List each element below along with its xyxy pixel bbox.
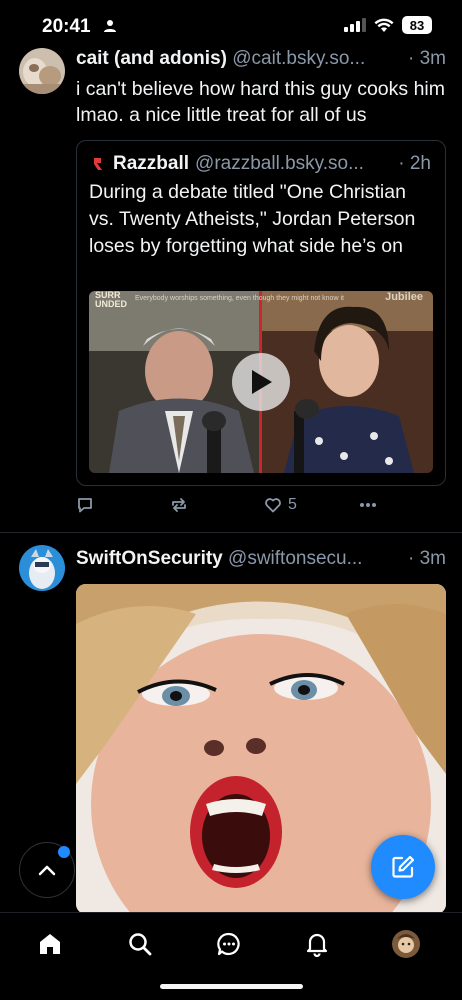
author-name[interactable]: SwiftOnSecurity [76, 548, 223, 569]
like-count: 5 [288, 496, 297, 513]
post-card[interactable]: cait (and adonis) @cait.bsky.so... · 3m … [0, 0, 462, 532]
author-name[interactable]: cait (and adonis) [76, 48, 227, 69]
reply-button[interactable] [76, 496, 100, 514]
bell-icon [306, 933, 328, 957]
nav-search[interactable] [125, 929, 155, 959]
post-header: cait (and adonis) @cait.bsky.so... [76, 48, 382, 70]
profile-avatar [392, 930, 420, 958]
nav-chat[interactable] [214, 929, 244, 959]
post-time: · 3m [408, 48, 446, 69]
avatar[interactable] [19, 48, 65, 94]
quote-time: · 2h [398, 153, 431, 174]
like-button[interactable]: 5 [264, 496, 297, 514]
nav-home[interactable] [35, 929, 65, 959]
author-handle[interactable]: @cait.bsky.so... [232, 48, 365, 69]
video-player[interactable]: SURR UNDED Everybody worships something,… [89, 291, 433, 473]
chevron-up-icon [38, 865, 56, 876]
repost-icon [172, 498, 186, 512]
quote-text: During a debate titled "One Christian vs… [89, 181, 416, 257]
repost-button[interactable] [170, 496, 194, 514]
search-icon [129, 933, 152, 956]
post-actions: 5 [76, 496, 446, 520]
new-posts-badge [58, 846, 70, 858]
chat-icon [217, 932, 240, 956]
quote-author-name: Razzball [113, 153, 190, 174]
more-icon [360, 503, 376, 507]
more-button[interactable] [358, 496, 378, 514]
quoted-post[interactable]: Razzball @razzball.bsky.so... · 2h Durin… [76, 140, 446, 486]
quote-header: Razzball @razzball.bsky.so... [89, 153, 389, 175]
post-time: · 3m [408, 548, 446, 569]
video-logo: SURR UNDED [95, 291, 128, 309]
quote-author-handle: @razzball.bsky.so... [195, 153, 364, 174]
post-text: i can't believe how hard this guy cooks … [76, 78, 445, 126]
avatar[interactable] [19, 545, 65, 591]
author-handle[interactable]: @swiftonsecu... [228, 548, 362, 569]
quote-avatar [89, 155, 107, 173]
video-brand: Jubilee [385, 291, 423, 303]
compose-icon [392, 855, 415, 878]
like-icon [265, 498, 281, 513]
nav-profile[interactable] [391, 929, 421, 959]
home-icon [40, 934, 60, 954]
play-button[interactable] [232, 353, 290, 411]
video-banner: Everybody worships something, even thoug… [135, 295, 344, 302]
compose-button[interactable] [371, 835, 435, 899]
post-header: SwiftOnSecurity @swiftonsecu... [76, 548, 382, 570]
play-icon [252, 370, 272, 394]
nav-notifications[interactable] [302, 929, 332, 959]
home-indicator [160, 984, 303, 989]
reply-icon [78, 498, 92, 513]
